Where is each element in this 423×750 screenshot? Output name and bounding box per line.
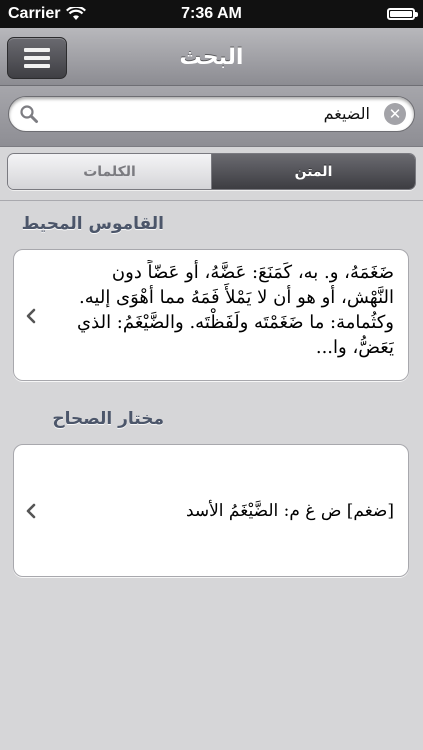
status-left: Carrier — [8, 5, 87, 23]
battery-icon — [387, 8, 418, 20]
battery-fill — [390, 11, 412, 17]
section-header-qamus: القاموس المحيط — [21, 214, 164, 234]
section-header-sihah: مختار الصحاح — [52, 409, 164, 429]
nav-bar: البحث — [0, 28, 423, 86]
result-text: [ضغم] ض غ م: الضَّيْغَمُ الأسد — [185, 500, 394, 521]
search-bar: الضيغم ✕ — [0, 86, 423, 147]
result-text: ضَغَمَهُ، و. به، كَمَنَعَ: عَضَّهُ، أو ع… — [77, 262, 394, 358]
tab-bar: الكلمات المتن — [7, 153, 416, 190]
status-bar: Carrier 7:36 AM — [0, 0, 423, 28]
hamburger-icon — [24, 48, 50, 52]
result-card-qamus[interactable]: ضَغَمَهُ، و. به، كَمَنَعَ: عَضَّهُ، أو ع… — [13, 249, 409, 381]
tab-words[interactable]: الكلمات — [8, 154, 212, 189]
result-card-sihah[interactable]: [ضغم] ض غ م: الضَّيْغَمُ الأسد — [13, 444, 409, 577]
hamburger-icon-bar — [24, 64, 50, 68]
carrier-label: Carrier — [8, 5, 61, 22]
menu-button[interactable] — [7, 37, 67, 79]
search-input[interactable]: الضيغم ✕ — [8, 96, 415, 132]
search-icon — [20, 105, 38, 123]
wifi-icon — [66, 7, 87, 20]
chevron-left-icon — [26, 308, 36, 324]
search-value[interactable]: الضيغم — [324, 97, 370, 131]
chevron-left-icon — [26, 503, 36, 519]
hamburger-icon-bar — [24, 56, 50, 60]
clear-icon[interactable]: ✕ — [384, 103, 406, 125]
divider — [0, 200, 423, 201]
tab-text[interactable]: المتن — [212, 154, 415, 189]
